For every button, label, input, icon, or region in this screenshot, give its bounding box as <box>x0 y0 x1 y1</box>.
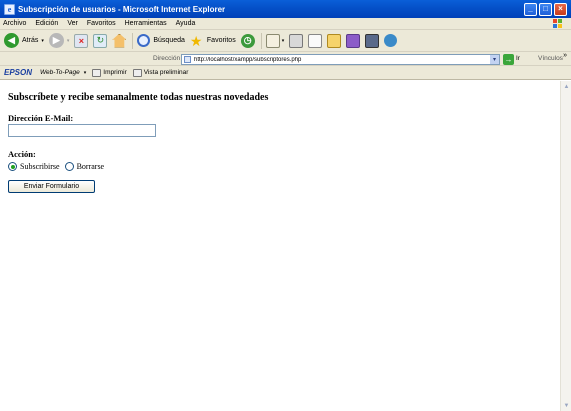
history-icon: ◷ <box>240 33 255 48</box>
favorites-button[interactable]: ★ Favoritos <box>190 32 236 50</box>
subscribe-radio-label[interactable]: Subscribirse <box>20 162 60 171</box>
back-arrow-icon: ◀ <box>4 33 19 48</box>
stop-button[interactable]: × <box>74 32 89 50</box>
windows-logo-icon <box>552 18 563 29</box>
go-arrow-icon[interactable]: → <box>503 54 514 65</box>
edit-button[interactable] <box>308 32 323 50</box>
menu-item-archivo[interactable]: Archivo <box>3 20 26 27</box>
menu-bar: Archivo Edición Ver Favoritos Herramient… <box>0 18 571 30</box>
minimize-button[interactable]: _ <box>524 2 537 16</box>
window-title: Subscripción de usuarios - Microsoft Int… <box>18 4 226 14</box>
address-field[interactable]: http://localhost/xampp/subscriptores.php… <box>181 54 500 65</box>
search-icon <box>137 34 151 47</box>
epson-logo: EPSON <box>4 68 33 77</box>
title-bar: e Subscripción de usuarios - Microsoft I… <box>0 0 571 18</box>
links-label[interactable]: Vínculos <box>538 55 563 62</box>
action-radio-group: Subscribirse Borrarse <box>8 162 552 171</box>
address-bar: Dirección http://localhost/xampp/subscri… <box>0 52 571 66</box>
home-icon <box>112 33 127 48</box>
menu-item-herramientas[interactable]: Herramientas <box>125 20 167 27</box>
subscribe-radio[interactable] <box>8 162 17 171</box>
epson-preview-button[interactable]: Vista preliminar <box>132 68 189 77</box>
epson-print-button[interactable]: Imprimir <box>92 68 127 77</box>
printer-icon <box>289 33 304 48</box>
address-dropdown-icon[interactable]: ▾ <box>490 55 499 64</box>
toolbar-separator <box>132 32 134 49</box>
forward-button[interactable]: ▶ ▾ <box>48 32 70 50</box>
vertical-scrollbar[interactable]: ▲ ▼ <box>560 81 571 411</box>
action-label: Acción: <box>8 149 36 159</box>
history-button[interactable]: ◷ <box>240 32 255 50</box>
standard-toolbar: ◀ Atrás ▾ ▶ ▾ × ↻ Búsqueda ★ Favoritos ◷… <box>0 30 571 52</box>
media-button[interactable] <box>346 32 361 50</box>
address-label: Dirección <box>153 55 181 62</box>
epson-preview-label: Vista preliminar <box>143 69 189 76</box>
maximize-button[interactable]: □ <box>539 2 552 16</box>
go-button[interactable]: Ir <box>516 55 520 62</box>
back-label: Atrás <box>22 37 39 44</box>
radio-selected-dot <box>10 164 15 169</box>
forward-dropdown-icon[interactable]: ▾ <box>67 38 70 44</box>
ie-app-icon: e <box>4 3 15 15</box>
links-chevron-icon[interactable]: » <box>563 52 567 59</box>
research-button[interactable] <box>365 32 380 50</box>
edit-page-icon <box>308 33 323 48</box>
folder-button[interactable] <box>327 32 342 50</box>
toolbar-separator <box>260 32 262 49</box>
preview-icon <box>132 68 142 77</box>
unsubscribe-radio[interactable] <box>64 162 74 171</box>
epson-toolbar: EPSON Web-To-Page ▾ Imprimir Vista preli… <box>0 66 571 80</box>
close-button[interactable]: × <box>554 2 567 16</box>
page-icon <box>184 56 191 63</box>
mail-button[interactable]: ▾ <box>265 32 285 50</box>
web-to-page-button[interactable]: Web-To-Page <box>40 69 80 76</box>
refresh-button[interactable]: ↻ <box>93 32 108 50</box>
media-icon <box>346 33 361 48</box>
refresh-icon: ↻ <box>93 33 108 48</box>
menu-item-ver[interactable]: Ver <box>67 20 78 27</box>
page-heading: Subscríbete y recibe semanalmente todas … <box>8 92 269 103</box>
stop-icon: × <box>74 33 89 48</box>
menu-item-edicion[interactable]: Edición <box>35 20 58 27</box>
research-icon <box>365 33 380 48</box>
unsubscribe-radio-label[interactable]: Borrarse <box>77 162 105 171</box>
print-button[interactable] <box>289 32 304 50</box>
page-content: Subscríbete y recibe semanalmente todas … <box>0 81 560 411</box>
back-button[interactable]: ◀ Atrás ▾ <box>4 32 44 50</box>
epson-print-label: Imprimir <box>103 69 127 76</box>
scroll-up-icon[interactable]: ▲ <box>562 82 571 91</box>
menu-item-ayuda[interactable]: Ayuda <box>176 20 196 27</box>
mail-dropdown-icon[interactable]: ▾ <box>282 38 285 44</box>
home-button[interactable] <box>112 32 127 50</box>
submit-button[interactable]: Enviar Formulario <box>8 180 95 193</box>
scroll-down-icon[interactable]: ▼ <box>562 401 571 410</box>
back-dropdown-icon[interactable]: ▾ <box>41 38 44 44</box>
favorites-star-icon: ★ <box>189 32 203 49</box>
forward-arrow-icon: ▶ <box>48 33 64 48</box>
menu-item-favoritos[interactable]: Favoritos <box>87 20 116 27</box>
email-field[interactable] <box>8 124 156 137</box>
search-button[interactable]: Búsqueda <box>137 32 185 50</box>
address-url[interactable]: http://localhost/xampp/subscriptores.php <box>194 57 490 63</box>
search-label: Búsqueda <box>153 37 185 44</box>
messenger-button[interactable] <box>384 32 398 50</box>
mail-icon <box>265 33 280 48</box>
folder-icon <box>327 33 342 48</box>
favorites-label: Favoritos <box>206 37 236 44</box>
web-to-page-dropdown-icon[interactable]: ▾ <box>84 70 87 76</box>
printer-icon <box>92 68 102 77</box>
messenger-icon <box>384 34 398 47</box>
email-label: Dirección E-Mail: <box>8 113 74 123</box>
